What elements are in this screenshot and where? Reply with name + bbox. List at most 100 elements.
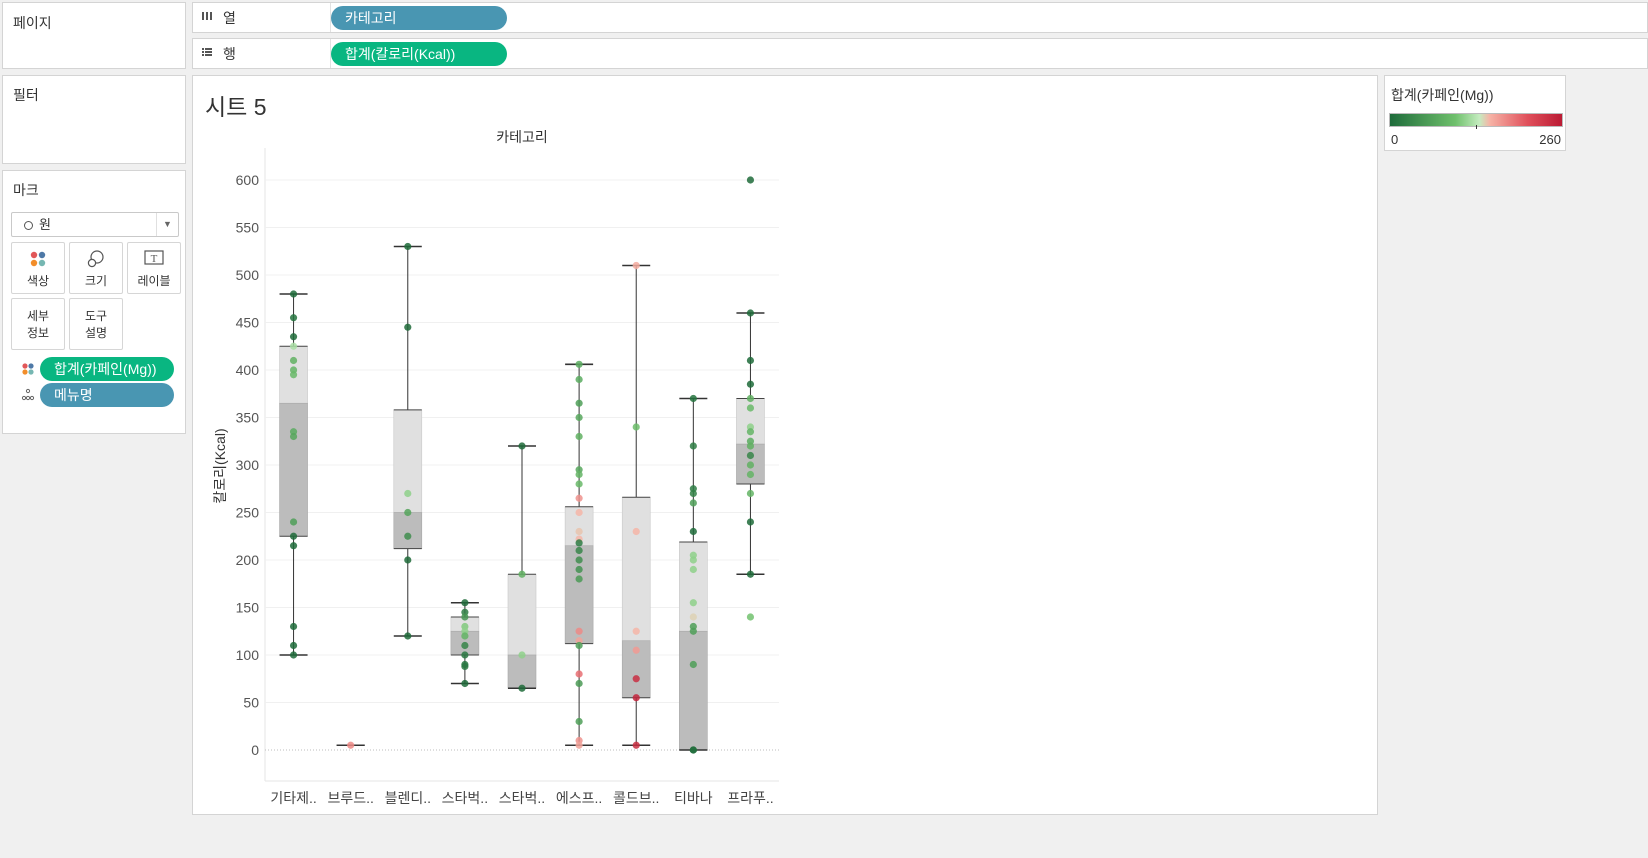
data-point[interactable] (404, 489, 412, 498)
mark-type-dropdown[interactable]: 원 ▼ (11, 212, 179, 237)
data-point[interactable] (746, 394, 755, 403)
data-point[interactable] (632, 627, 640, 635)
data-point[interactable] (746, 518, 755, 526)
data-point[interactable] (461, 641, 469, 650)
data-point[interactable] (575, 679, 583, 688)
rows-pill-calories[interactable]: 합계(칼로리(Kcal)) (331, 42, 507, 66)
data-point[interactable] (746, 356, 755, 365)
data-point[interactable] (632, 261, 640, 270)
data-point[interactable] (289, 622, 298, 631)
data-point[interactable] (575, 627, 583, 635)
data-point[interactable] (404, 556, 412, 564)
data-point[interactable] (746, 404, 755, 412)
data-point[interactable] (404, 508, 412, 517)
data-point[interactable] (689, 499, 697, 507)
data-point[interactable] (289, 518, 298, 526)
data-point[interactable] (575, 413, 583, 422)
filters-card[interactable]: 필터 (2, 75, 186, 164)
data-point[interactable] (289, 641, 298, 650)
data-point[interactable] (575, 527, 583, 536)
data-point[interactable] (404, 632, 412, 640)
data-point[interactable] (575, 641, 583, 650)
data-point[interactable] (289, 542, 298, 550)
data-point[interactable] (289, 342, 298, 350)
data-point[interactable] (689, 565, 697, 574)
data-point[interactable] (461, 613, 469, 621)
data-point[interactable] (746, 489, 755, 498)
data-point[interactable] (689, 627, 697, 635)
data-point[interactable] (289, 432, 298, 441)
data-point[interactable] (575, 741, 583, 749)
data-point[interactable] (575, 539, 583, 547)
data-point[interactable] (746, 176, 755, 184)
data-point[interactable] (746, 451, 755, 460)
data-point[interactable] (689, 746, 697, 754)
data-point[interactable] (689, 613, 697, 621)
data-point[interactable] (689, 442, 697, 450)
data-point[interactable] (289, 371, 298, 379)
data-point[interactable] (404, 242, 412, 251)
data-point[interactable] (632, 527, 640, 536)
columns-pill-category[interactable]: 카테고리 (331, 6, 507, 30)
data-point[interactable] (746, 380, 755, 388)
data-point[interactable] (746, 309, 755, 317)
data-point[interactable] (632, 646, 640, 654)
data-point[interactable] (575, 360, 583, 368)
data-point[interactable] (518, 684, 526, 692)
color-pill-caffeine[interactable]: 합계(카페인(Mg)) (40, 357, 174, 381)
data-point[interactable] (518, 651, 526, 659)
color-button[interactable]: 색상 (11, 242, 65, 294)
data-point[interactable] (632, 694, 640, 702)
data-point[interactable] (575, 494, 583, 502)
data-point[interactable] (689, 556, 697, 564)
data-point[interactable] (575, 717, 583, 726)
data-point[interactable] (289, 314, 298, 322)
data-point[interactable] (289, 356, 298, 365)
columns-shelf[interactable]: 열 카테고리 (192, 2, 1648, 33)
data-point[interactable] (289, 333, 298, 341)
data-point[interactable] (575, 508, 583, 517)
rows-shelf[interactable]: 행 합계(칼로리(Kcal)) (192, 38, 1648, 69)
size-button[interactable]: 크기 (69, 242, 123, 294)
data-point[interactable] (575, 470, 583, 479)
data-point[interactable] (689, 599, 697, 607)
data-point[interactable] (689, 394, 697, 403)
data-point[interactable] (461, 662, 469, 671)
data-point[interactable] (575, 432, 583, 441)
tooltip-button[interactable]: 도구 설명 (69, 298, 123, 350)
data-point[interactable] (575, 556, 583, 564)
data-point[interactable] (289, 532, 298, 540)
data-point[interactable] (575, 375, 583, 384)
data-point[interactable] (689, 527, 697, 536)
data-point[interactable] (746, 461, 755, 469)
data-point[interactable] (689, 660, 697, 669)
data-point[interactable] (461, 599, 469, 607)
data-point[interactable] (746, 428, 755, 436)
data-point[interactable] (518, 570, 526, 578)
data-point[interactable] (632, 741, 640, 749)
data-point[interactable] (518, 442, 526, 450)
data-point[interactable] (575, 480, 583, 488)
data-point[interactable] (746, 442, 755, 450)
data-point[interactable] (746, 470, 755, 479)
data-point[interactable] (347, 741, 355, 749)
data-point[interactable] (289, 290, 298, 298)
data-point[interactable] (746, 613, 755, 621)
data-point[interactable] (632, 675, 640, 683)
data-point[interactable] (289, 651, 298, 659)
data-point[interactable] (575, 546, 583, 555)
data-point[interactable] (461, 679, 469, 688)
data-point[interactable] (404, 323, 412, 331)
label-button[interactable]: T 레이블 (127, 242, 181, 294)
data-point[interactable] (746, 570, 755, 578)
data-point[interactable] (575, 399, 583, 407)
data-point[interactable] (632, 423, 640, 431)
pages-card[interactable]: 페이지 (2, 2, 186, 69)
detail-pill-menu-name[interactable]: 메뉴명 (40, 383, 174, 407)
data-point[interactable] (461, 651, 469, 659)
data-point[interactable] (575, 670, 583, 678)
data-point[interactable] (689, 489, 697, 498)
data-point[interactable] (461, 632, 469, 640)
data-point[interactable] (575, 575, 583, 583)
data-point[interactable] (404, 532, 412, 540)
